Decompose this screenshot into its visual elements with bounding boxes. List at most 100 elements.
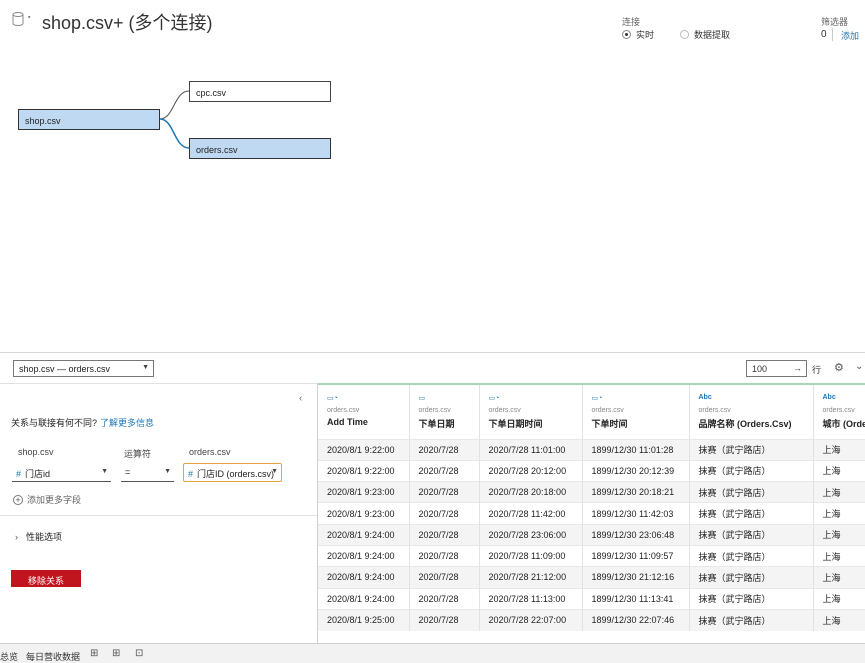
panel-divider [0,383,318,384]
table-cell[interactable]: 2020/8/1 9:25:00 [318,608,410,631]
table-cell[interactable]: 抹赛（武宁路店） [689,502,814,525]
table-cell[interactable]: 2020/7/28 [409,502,480,525]
learn-more-link[interactable]: 了解更多信息 [100,418,154,428]
table-cell[interactable]: 1899/12/30 22:07:46 [582,608,690,631]
table-cell[interactable]: 2020/7/28 21:12:00 [479,566,583,589]
table-cell[interactable]: 2020/7/28 20:18:00 [479,481,583,503]
column-header[interactable]: Abc orders.csv 品牌名称 (Orders.Csv) [689,385,814,439]
column-name[interactable]: 城市 (Orders.Csv) [823,417,865,430]
table-cell[interactable]: 上海 [813,502,865,525]
table-cell[interactable]: 2020/7/28 [409,608,480,631]
date-type-icon[interactable]: ▭ [419,394,479,404]
table-cell[interactable]: 2020/8/1 9:23:00 [318,502,410,525]
table-cell[interactable]: 1899/12/30 20:18:21 [582,481,690,503]
sheet-tab-overview[interactable]: 总览 [0,650,18,663]
table-cell[interactable]: 2020/7/28 11:01:00 [479,438,583,461]
column-header[interactable]: ▭◔ orders.csv Add Time [318,385,410,439]
performance-options-label: 性能选项 [26,532,63,542]
datetime-type-icon[interactable]: ▭◔ [592,394,689,404]
table-cell[interactable]: 1899/12/30 20:12:39 [582,459,690,482]
rows-count-input[interactable]: 100 → [746,360,807,377]
right-field-select[interactable]: # 门店ID (orders.csv) ▼ [183,463,282,482]
collapse-panel-icon[interactable]: ‹ [299,393,302,404]
table-cell[interactable]: 上海 [813,438,865,461]
left-field-select[interactable]: # 门店id ▼ [12,464,111,482]
new-story-icon[interactable]: ⊡ [135,648,143,659]
add-more-fields-button[interactable]: + 添加更多字段 [13,493,81,506]
data-grid[interactable]: ▭◔ orders.csv Add Time ▭ orders.csv 下单日期 ▭◔ ord… [318,385,865,643]
string-type-icon[interactable]: Abc [699,394,813,404]
table-cell[interactable]: 2020/7/28 [409,459,480,482]
table-orders[interactable]: orders.csv [189,138,331,159]
table-cell[interactable]: 抹赛（武宁路店） [689,587,814,610]
table-row: 2020/8/1 9:23:00 2020/7/28 2020/7/28 20:18… [318,481,865,503]
table-cell[interactable]: 1899/12/30 21:12:16 [582,566,690,589]
table-cell[interactable]: 1899/12/30 11:13:41 [582,587,690,610]
table-cell[interactable]: 上海 [813,544,865,567]
sheet-tab-daily-revenue[interactable]: 每日营收数据 [26,650,80,663]
table-cell[interactable]: 上海 [813,481,865,503]
datetime-type-icon[interactable]: ▭◔ [489,394,582,404]
table-cell[interactable]: 1899/12/30 11:42:03 [582,502,690,525]
column-header[interactable]: ▭◔ orders.csv 下单日期时间 [479,385,583,439]
column-header[interactable]: ▭ orders.csv 下单日期 [409,385,480,439]
table-cell[interactable]: 抹赛（武宁路店） [689,523,814,546]
table-cell[interactable]: 上海 [813,566,865,589]
table-cell[interactable]: 2020/7/28 22:07:00 [479,608,583,631]
table-cell[interactable]: 2020/7/28 11:42:00 [479,502,583,525]
table-cell[interactable]: 2020/8/1 9:22:00 [318,438,410,461]
table-cell[interactable]: 上海 [813,523,865,546]
table-shop[interactable]: shop.csv [18,109,160,130]
table-cell[interactable]: 2020/8/1 9:24:00 [318,587,410,610]
table-cell[interactable]: 抹赛（武宁路店） [689,566,814,589]
column-name[interactable]: 下单日期 [419,417,479,430]
table-cell[interactable]: 2020/7/28 11:09:00 [479,544,583,567]
column-name[interactable]: 下单日期时间 [489,417,582,430]
new-dashboard-icon[interactable]: ⊞ [112,648,120,659]
table-cell[interactable]: 2020/8/1 9:24:00 [318,544,410,567]
table-cell[interactable]: 2020/7/28 [409,523,480,546]
table-cell[interactable]: 上海 [813,587,865,610]
relationship-select[interactable]: shop.csv — orders.csv ▼ [13,360,154,377]
table-cell[interactable]: 1899/12/30 11:01:28 [582,438,690,461]
table-cell[interactable]: 2020/7/28 11:13:00 [479,587,583,610]
chevron-down-icon[interactable]: ⌄ [855,361,863,372]
table-cell[interactable]: 抹赛（武宁路店） [689,608,814,631]
table-cell[interactable]: 1899/12/30 11:09:57 [582,544,690,567]
gear-icon[interactable]: ⚙ [834,361,844,374]
table-cell[interactable]: 抹赛（武宁路店） [689,544,814,567]
remove-relationship-button[interactable]: 移除关系 [11,570,81,587]
column-name[interactable]: Add Time [327,417,408,427]
table-cell[interactable]: 抹赛（武宁路店） [689,459,814,482]
table-row: 2020/8/1 9:24:00 2020/7/28 2020/7/28 11:09… [318,544,865,567]
table-cell[interactable]: 2020/7/28 [409,481,480,503]
table-cell[interactable]: 2020/7/28 [409,438,480,461]
table-cell[interactable]: 2020/8/1 9:22:00 [318,459,410,482]
table-cell[interactable]: 抹赛（武宁路店） [689,481,814,503]
table-cell[interactable]: 2020/7/28 23:06:00 [479,523,583,546]
column-header[interactable]: ▭◔ orders.csv 下单时间 [582,385,690,439]
arrow-right-icon[interactable]: → [793,363,802,373]
column-name[interactable]: 品牌名称 (Orders.Csv) [699,417,813,430]
table-cpc[interactable]: cpc.csv [189,81,331,102]
operator-select[interactable]: = ▼ [121,464,174,482]
string-type-icon[interactable]: Abc [823,394,865,404]
new-worksheet-icon[interactable]: ⊞ [90,648,98,659]
table-cell[interactable]: 2020/7/28 [409,566,480,589]
table-cell[interactable]: 2020/8/1 9:24:00 [318,523,410,546]
table-cell[interactable]: 抹赛（武宁路店） [689,438,814,461]
table-cell[interactable]: 2020/7/28 [409,587,480,610]
canvas-divider[interactable] [0,352,865,353]
table-cell[interactable]: 1899/12/30 23:06:48 [582,523,690,546]
table-cell[interactable]: 上海 [813,608,865,631]
table-cell[interactable]: 2020/8/1 9:24:00 [318,566,410,589]
datetime-type-icon[interactable]: ▭◔ [327,394,408,404]
table-cell[interactable]: 2020/7/28 [409,544,480,567]
table-cell[interactable]: 2020/8/1 9:23:00 [318,481,410,503]
performance-options-toggle[interactable]: › 性能选项 [15,530,62,543]
table-cell[interactable]: 2020/7/28 20:12:00 [479,459,583,482]
column-header[interactable]: Abc orders.csv 城市 (Orders.Csv) [813,385,865,439]
column-name[interactable]: 下单时间 [592,417,689,430]
chevron-down-icon: ▼ [271,468,278,475]
table-cell[interactable]: 上海 [813,459,865,482]
